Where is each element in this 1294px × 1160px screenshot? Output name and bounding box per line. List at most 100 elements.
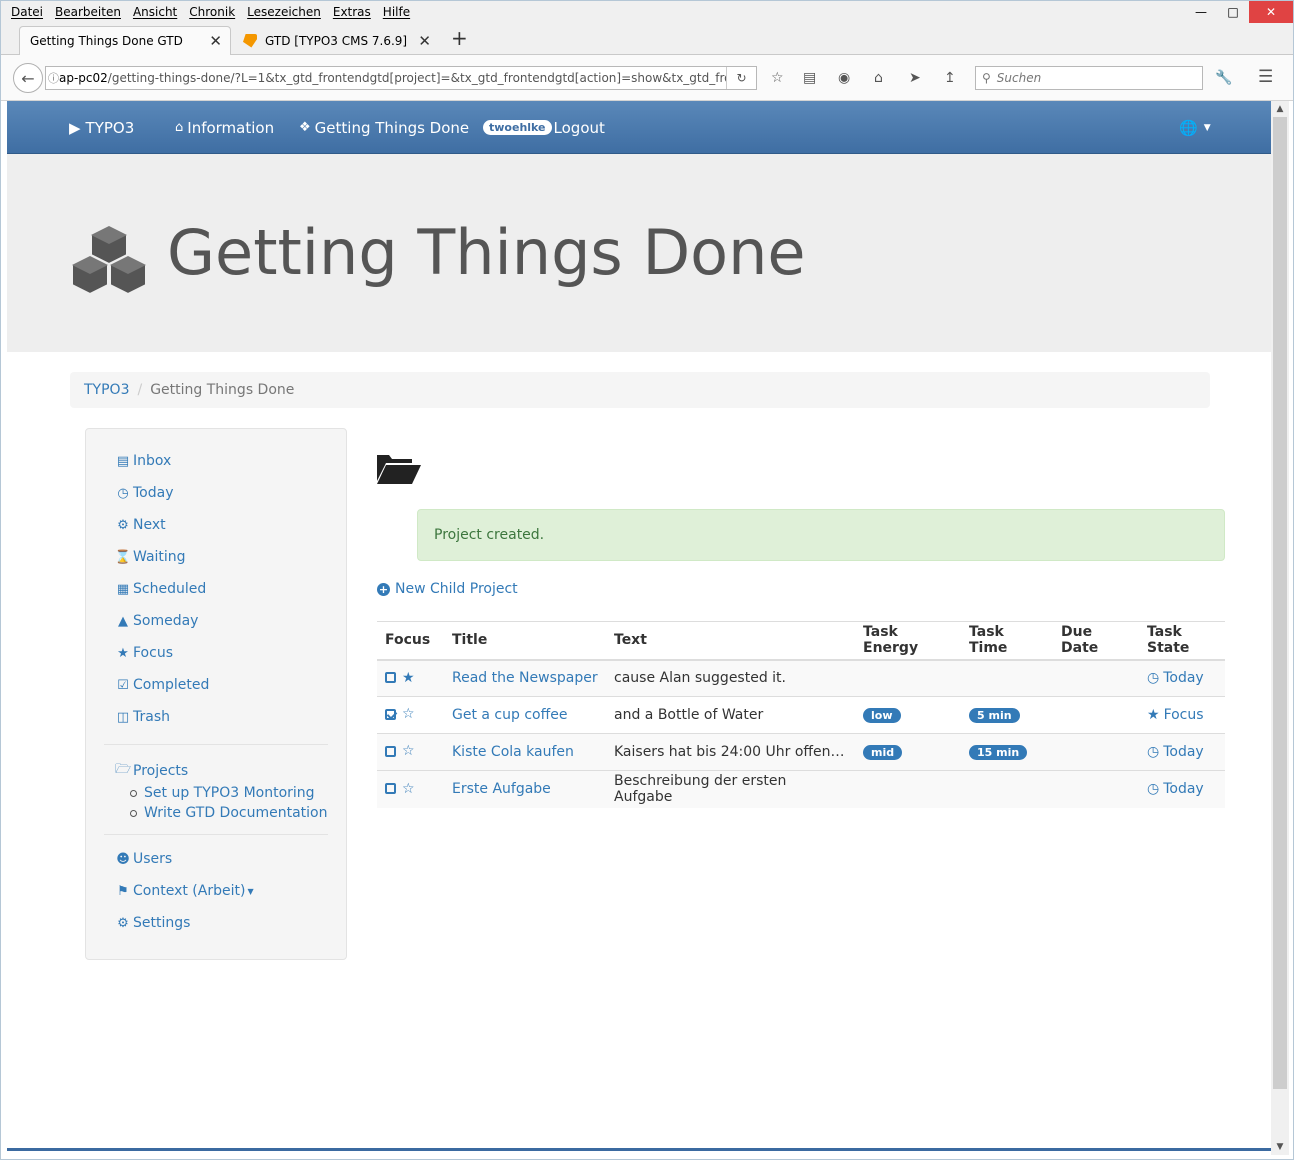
bookmark-star-icon[interactable]: ☆ bbox=[771, 70, 784, 86]
wrench-icon[interactable]: 🔧 bbox=[1215, 70, 1232, 86]
checkbox-icon[interactable] bbox=[385, 745, 396, 757]
reader-view-icon[interactable]: ▤ bbox=[803, 70, 816, 86]
tab-typo3-cms[interactable]: GTD [TYPO3 CMS 7.6.9] ✕ bbox=[233, 26, 439, 55]
checkbox-icon[interactable] bbox=[385, 783, 396, 794]
info-icon[interactable]: ⓘ bbox=[48, 70, 59, 86]
hamburger-menu-icon[interactable]: ☰ bbox=[1258, 67, 1273, 87]
task-state-link[interactable]: ◷ Today bbox=[1147, 781, 1204, 797]
breadcrumb-current: Getting Things Done bbox=[150, 382, 295, 398]
task-title-link[interactable]: Read the Newspaper bbox=[452, 670, 598, 686]
project-item[interactable]: Set up TYPO3 Montoring bbox=[130, 785, 315, 801]
state-label: Focus bbox=[1163, 707, 1204, 723]
divider bbox=[104, 834, 328, 835]
check-square-icon: ☑ bbox=[117, 677, 129, 693]
sidebar-item-label: Next bbox=[133, 517, 166, 533]
table-header-row: Focus Title Text Task Energy Task Time D… bbox=[377, 621, 1225, 661]
url-bar[interactable]: ⓘ ap-pc02/getting-things-done/?L=1&tx_gt… bbox=[45, 66, 757, 90]
table-row: ☆ Erste Aufgabe Beschreibung der ersten … bbox=[377, 770, 1225, 808]
sidebar-item-today[interactable]: ◷ Today bbox=[114, 485, 173, 501]
sidebar: ▤ Inbox ◷ Today ⚙ Next ⌛ Waiting ▦ Scheduled … bbox=[85, 428, 347, 960]
search-icon: ⚲ bbox=[982, 71, 991, 85]
task-title-link[interactable]: Kiste Cola kaufen bbox=[452, 744, 574, 760]
checkbox-icon[interactable] bbox=[385, 672, 396, 683]
sidebar-item-someday[interactable]: ▲ Someday bbox=[114, 613, 198, 629]
language-dropdown[interactable]: 🌐 ▼ bbox=[1179, 101, 1211, 154]
scroll-down-icon[interactable]: ▼ bbox=[1271, 1139, 1289, 1155]
search-input[interactable]: ⚲ Suchen bbox=[975, 66, 1203, 90]
close-icon[interactable]: ✕ bbox=[209, 32, 222, 50]
new-tab-icon[interactable]: + bbox=[451, 26, 468, 50]
table-row: ☆ Kiste Cola kaufen Kaisers hat bis 24:0… bbox=[377, 733, 1225, 771]
sidebar-item-trash[interactable]: ◫ Trash bbox=[114, 709, 170, 725]
home-icon[interactable]: ⌂ bbox=[874, 70, 883, 86]
menu-bar: Datei Bearbeiten Ansicht Chronik Lesezei… bbox=[1, 1, 1293, 23]
menu-datei[interactable]: Datei bbox=[5, 5, 49, 19]
sidebar-item-completed[interactable]: ☑ Completed bbox=[114, 677, 209, 693]
close-window-icon[interactable]: ✕ bbox=[1249, 1, 1293, 23]
menu-chronik[interactable]: Chronik bbox=[183, 5, 241, 19]
menu-extras[interactable]: Extras bbox=[327, 5, 377, 19]
cubes-icon: ❖ bbox=[299, 120, 311, 135]
star-filled-icon[interactable]: ★ bbox=[402, 670, 415, 686]
column-header: Due Date bbox=[1053, 621, 1139, 661]
sidebar-item-projects[interactable]: 🗁 Projects bbox=[114, 760, 188, 782]
focus-cell: ☆ bbox=[377, 770, 444, 808]
logout-label: Logout bbox=[553, 118, 605, 137]
sidebar-item-context[interactable]: ⚑ Context (Arbeit) ▼ bbox=[114, 883, 254, 899]
caret-down-icon: ▼ bbox=[247, 886, 254, 896]
scroll-up-icon[interactable]: ▲ bbox=[1271, 101, 1289, 117]
column-header: Focus bbox=[377, 621, 444, 661]
task-title-link[interactable]: Get a cup coffee bbox=[452, 707, 567, 723]
clock-icon: ◷ bbox=[1147, 670, 1160, 687]
sidebar-item-focus[interactable]: ★ Focus bbox=[114, 645, 173, 661]
task-state-link[interactable]: ◷ Today bbox=[1147, 744, 1204, 760]
brand-link[interactable]: ▶ TYPO3 bbox=[69, 101, 134, 154]
vertical-scrollbar[interactable]: ▲ ▼ bbox=[1271, 101, 1289, 1155]
reload-icon[interactable]: ↻ bbox=[726, 67, 756, 89]
menu-ansicht[interactable]: Ansicht bbox=[127, 5, 183, 19]
menu-lesezeichen[interactable]: Lesezeichen bbox=[241, 5, 327, 19]
scrollbar-thumb[interactable] bbox=[1273, 117, 1287, 1089]
column-header: Text bbox=[606, 621, 855, 661]
trash-icon: ◫ bbox=[116, 709, 130, 725]
back-icon[interactable]: ← bbox=[13, 63, 43, 93]
focus-cell: ☆ bbox=[377, 696, 444, 734]
breadcrumb-typo3[interactable]: TYPO3 bbox=[84, 382, 129, 398]
tab-strip: Getting Things Done GTD ✕ GTD [TYPO3 CMS… bbox=[1, 23, 1293, 55]
star-outline-icon[interactable]: ☆ bbox=[402, 781, 415, 797]
star-outline-icon[interactable]: ☆ bbox=[402, 743, 415, 759]
status-line bbox=[7, 1148, 1271, 1151]
sidebar-item-label: Projects bbox=[133, 763, 189, 779]
pocket-icon[interactable]: ◉ bbox=[838, 70, 850, 86]
star-outline-icon[interactable]: ☆ bbox=[402, 706, 415, 722]
sidebar-item-next[interactable]: ⚙ Next bbox=[114, 517, 166, 533]
caret-down-icon: ▼ bbox=[1203, 122, 1211, 133]
nav-information[interactable]: ⌂ Information bbox=[175, 101, 274, 154]
send-icon[interactable]: ➤ bbox=[909, 70, 921, 86]
maximize-icon[interactable]: □ bbox=[1217, 1, 1249, 23]
sidebar-item-waiting[interactable]: ⌛ Waiting bbox=[114, 549, 186, 565]
checkbox-checked-icon[interactable] bbox=[385, 708, 396, 720]
window-controls: — □ ✕ bbox=[1185, 1, 1293, 23]
pin-icon[interactable]: ↥ bbox=[944, 70, 956, 86]
sidebar-item-inbox[interactable]: ▤ Inbox bbox=[114, 453, 171, 469]
nav-getting-things-done[interactable]: ❖ Getting Things Done bbox=[299, 101, 469, 154]
bullet-icon bbox=[130, 789, 137, 797]
task-title-link[interactable]: Erste Aufgabe bbox=[452, 781, 551, 797]
menu-hilfe[interactable]: Hilfe bbox=[377, 5, 416, 19]
minimize-icon[interactable]: — bbox=[1185, 1, 1217, 23]
menu-bearbeiten[interactable]: Bearbeiten bbox=[49, 5, 127, 19]
breadcrumb: TYPO3 / Getting Things Done bbox=[70, 372, 1210, 408]
project-item[interactable]: Write GTD Documentation bbox=[130, 805, 327, 821]
nav-logout[interactable]: twoehlke Logout bbox=[483, 101, 605, 154]
task-state-link[interactable]: ★ Focus bbox=[1147, 707, 1204, 723]
close-icon[interactable]: ✕ bbox=[418, 32, 431, 50]
sidebar-item-settings[interactable]: ⚙ Settings bbox=[114, 915, 190, 931]
gear-icon: ⚙ bbox=[117, 517, 129, 533]
divider bbox=[104, 744, 328, 745]
tab-gtd[interactable]: Getting Things Done GTD ✕ bbox=[19, 26, 231, 55]
sidebar-item-users[interactable]: ☻ Users bbox=[114, 851, 172, 867]
new-child-project-link[interactable]: + New Child Project bbox=[377, 581, 518, 597]
task-state-link[interactable]: ◷ Today bbox=[1147, 670, 1204, 686]
sidebar-item-scheduled[interactable]: ▦ Scheduled bbox=[114, 581, 206, 597]
